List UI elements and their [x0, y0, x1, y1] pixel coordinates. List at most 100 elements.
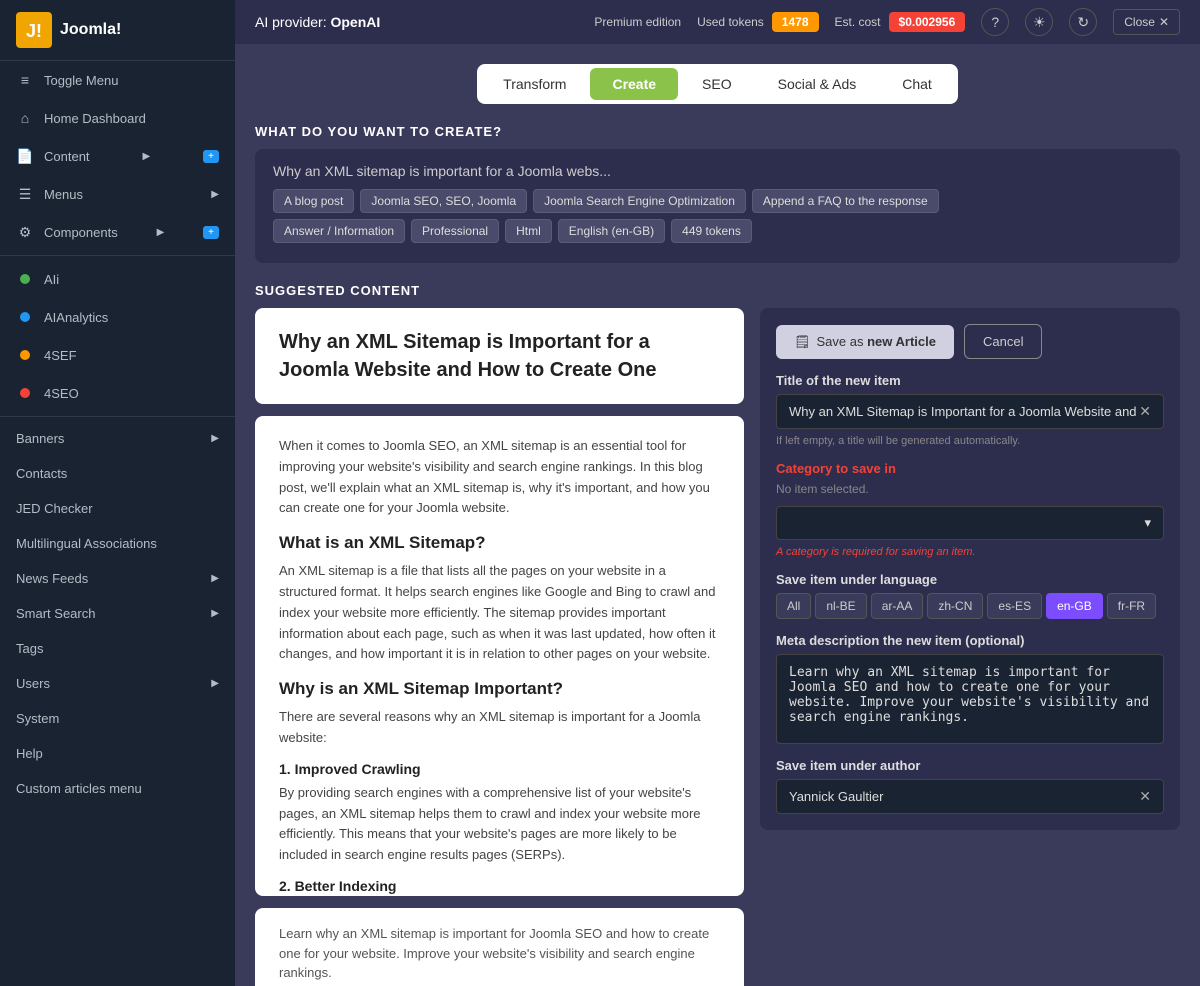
sidebar-item-aianalytics[interactable]: AIAnalytics [0, 298, 235, 336]
menus-icon: ☰ [16, 185, 34, 203]
sidebar-item-news-feeds[interactable]: News Feeds ▶ [0, 561, 235, 596]
sidebar-item-toggle-menu[interactable]: ≡ Toggle Menu [0, 61, 235, 99]
lang-btn-zh-cn[interactable]: zh-CN [927, 593, 983, 619]
sidebar-item-help[interactable]: Help [0, 736, 235, 771]
sidebar-item-tags[interactable]: Tags [0, 631, 235, 666]
tab-social-ads[interactable]: Social & Ads [756, 68, 879, 100]
lang-btn-fr-fr[interactable]: fr-FR [1107, 593, 1156, 619]
author-input-wrapper[interactable]: ✕ [776, 779, 1164, 814]
components-arrow: ▶ [157, 227, 165, 238]
meta-label: Meta description the new item (optional) [776, 633, 1164, 648]
tag-optimization: Joomla Search Engine Optimization [533, 189, 746, 213]
sidebar-item-smart-search[interactable]: Smart Search ▶ [0, 596, 235, 631]
sidebar-item-ai[interactable]: AIi [0, 260, 235, 298]
meta-textarea[interactable]: Learn why an XML sitemap is important fo… [776, 654, 1164, 744]
tab-seo[interactable]: SEO [680, 68, 754, 100]
tag-blog-post: A blog post [273, 189, 354, 213]
language-section: Save item under language All nl-BE ar-AA… [776, 572, 1164, 619]
save-as-new-article-button[interactable]: 🗒 Save as new Article [776, 325, 954, 359]
sidebar-item-menus[interactable]: ☰ Menus ▶ [0, 175, 235, 213]
title-hint: If left empty, a title will be generated… [776, 435, 1164, 447]
title-section: Title of the new item ✕ If left empty, a… [776, 373, 1164, 447]
sidebar-item-aiseo[interactable]: 4SEO [0, 374, 235, 412]
section1-body: An XML sitemap is a file that lists all … [279, 561, 720, 665]
sidebar-item-label: Tags [16, 641, 43, 656]
tag-faq: Append a FAQ to the response [752, 189, 939, 213]
author-section: Save item under author ✕ [776, 758, 1164, 814]
lang-btn-es-es[interactable]: es-ES [987, 593, 1042, 619]
right-column: 🗒 Save as new Article Cancel Title of th… [760, 308, 1180, 986]
title-label: Title of the new item [776, 373, 1164, 388]
article-content-box[interactable]: When it comes to Joomla SEO, an XML site… [255, 416, 744, 896]
banners-arrow: ▶ [211, 433, 219, 444]
aianalytics-icon [16, 308, 34, 326]
sidebar-item-system[interactable]: System [0, 701, 235, 736]
tokens-badge: Used tokens 1478 [697, 12, 818, 32]
theme-toggle-icon[interactable]: ☀ [1025, 8, 1053, 36]
smartsearch-arrow: ▶ [211, 608, 219, 619]
sidebar-item-label: Components [44, 225, 118, 240]
close-label: Close [1124, 15, 1155, 29]
close-button[interactable]: Close ✕ [1113, 9, 1180, 35]
tab-create[interactable]: Create [590, 68, 678, 100]
sidebar-item-label: News Feeds [16, 571, 88, 586]
subsection2-heading: 2. Better Indexing [279, 878, 720, 894]
section2-body: There are several reasons why an XML sit… [279, 707, 720, 749]
query-text: Why an XML sitemap is important for a Jo… [273, 163, 1162, 179]
article-intro: When it comes to Joomla SEO, an XML site… [279, 436, 720, 519]
tags-row-1: A blog post Joomla SEO, SEO, Joomla Joom… [273, 189, 1162, 213]
aiseo-icon [16, 384, 34, 402]
sidebar-item-content[interactable]: 📄 Content ▶ + [0, 137, 235, 175]
author-label: Save item under author [776, 758, 1164, 773]
right-panel: 🗒 Save as new Article Cancel Title of th… [760, 308, 1180, 830]
tab-chat[interactable]: Chat [880, 68, 954, 100]
sidebar-item-custom-articles[interactable]: Custom articles menu [0, 771, 235, 806]
tag-answer-info: Answer / Information [273, 219, 405, 243]
lang-btn-all[interactable]: All [776, 593, 811, 619]
query-section-label: WHAT DO YOU WANT TO CREATE? [255, 124, 1180, 139]
tokens-label: Used tokens [697, 15, 764, 29]
author-input[interactable] [789, 789, 1139, 804]
lang-btn-nl-be[interactable]: nl-BE [815, 593, 866, 619]
sidebar-item-contacts[interactable]: Contacts [0, 456, 235, 491]
article-meta-text: Learn why an XML sitemap is important fo… [279, 924, 720, 983]
components-badge: + [203, 226, 219, 239]
sidebar-item-label: Banners [16, 431, 64, 446]
category-section: Category to save in No item selected. ▾ … [776, 461, 1164, 558]
sidebar-divider-1 [0, 255, 235, 256]
aisef-icon [16, 346, 34, 364]
content-arrow: ▶ [143, 151, 151, 162]
title-clear-icon[interactable]: ✕ [1139, 403, 1151, 420]
sidebar-item-aisef[interactable]: 4SEF [0, 336, 235, 374]
title-input-wrapper[interactable]: ✕ [776, 394, 1164, 429]
two-col-layout: Why an XML Sitemap is Important for a Jo… [255, 308, 1180, 986]
help-icon[interactable]: ? [981, 8, 1009, 36]
lang-btn-en-gb[interactable]: en-GB [1046, 593, 1103, 619]
joomla-logo-icon: J! [16, 12, 52, 48]
author-clear-icon[interactable]: ✕ [1139, 788, 1151, 805]
title-input[interactable] [789, 404, 1139, 419]
content-icon: 📄 [16, 147, 34, 165]
cost-badge: Est. cost $0.002956 [835, 12, 966, 32]
sidebar-item-multilingual[interactable]: Multilingual Associations [0, 526, 235, 561]
chevron-down-icon: ▾ [1144, 515, 1151, 531]
users-arrow: ▶ [211, 678, 219, 689]
sidebar-item-home-dashboard[interactable]: ⌂ Home Dashboard [0, 99, 235, 137]
sidebar-item-label: Home Dashboard [44, 111, 146, 126]
sidebar-item-users[interactable]: Users ▶ [0, 666, 235, 701]
sidebar-item-banners[interactable]: Banners ▶ [0, 421, 235, 456]
sidebar-item-components[interactable]: ⚙ Components ▶ + [0, 213, 235, 251]
query-box: Why an XML sitemap is important for a Jo… [255, 149, 1180, 263]
ai-icon [16, 270, 34, 288]
tab-transform[interactable]: Transform [481, 68, 588, 100]
sidebar-item-jed-checker[interactable]: JED Checker [0, 491, 235, 526]
refresh-icon[interactable]: ↻ [1069, 8, 1097, 36]
tag-professional: Professional [411, 219, 499, 243]
cancel-button[interactable]: Cancel [964, 324, 1042, 359]
sidebar-item-label: Menus [44, 187, 83, 202]
content-badge: + [203, 150, 219, 163]
sidebar-item-label: Users [16, 676, 50, 691]
sidebar-item-label: Custom articles menu [16, 781, 142, 796]
category-select[interactable]: ▾ [776, 506, 1164, 540]
lang-btn-ar-aa[interactable]: ar-AA [871, 593, 924, 619]
